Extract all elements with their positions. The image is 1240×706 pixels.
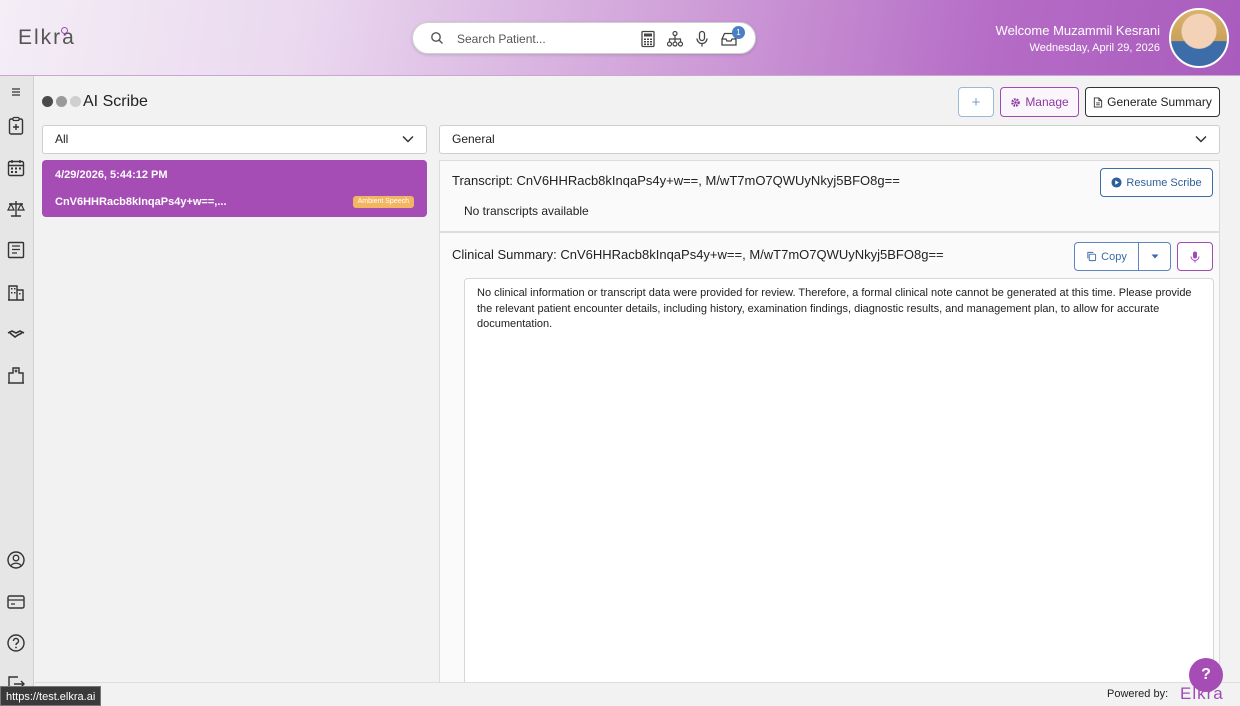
hierarchy-icon[interactable] [666, 30, 684, 48]
session-datetime: 4/29/2026, 5:44:12 PM [55, 169, 168, 181]
user-avatar[interactable] [1169, 8, 1229, 68]
add-button[interactable]: + [958, 87, 994, 117]
copy-button-group: Copy [1074, 242, 1171, 271]
calculator-icon[interactable] [639, 30, 657, 48]
transcript-empty-message: No transcripts available [464, 204, 589, 218]
menu-icon[interactable] [9, 85, 23, 99]
powered-by-label: Powered by: [1107, 688, 1169, 700]
generate-summary-label: Generate Summary [1107, 95, 1212, 109]
clinical-summary-panel: Clinical Summary: CnV6HHRacb8kInqaPs4y+w… [439, 232, 1220, 706]
session-list-item[interactable]: 4/29/2026, 5:44:12 PM CnV6HHRacb8kInqaPs… [42, 160, 427, 217]
copy-label: Copy [1101, 250, 1127, 263]
document-icon [1094, 96, 1103, 108]
session-filter-select[interactable]: All [42, 125, 427, 154]
session-type-badge: Ambient Speech [352, 196, 414, 208]
template-value: General [452, 132, 495, 146]
summary-text-area[interactable]: No clinical information or transcript da… [464, 278, 1214, 698]
current-date: Wednesday, April 29, 2026 [1029, 42, 1160, 54]
user-greeting: Welcome Muzammil Kesrani Wednesday, Apri… [996, 23, 1160, 54]
play-circle-icon [1111, 177, 1122, 188]
copy-button[interactable]: Copy [1075, 243, 1139, 270]
logo-accent [61, 27, 68, 34]
summary-title: Clinical Summary: CnV6HHRacb8kInqaPs4y+w… [452, 247, 944, 262]
link-url-tooltip: https://test.elkra.ai [0, 686, 102, 706]
copy-icon [1087, 251, 1097, 262]
dot-1 [42, 96, 53, 107]
manage-button[interactable]: Manage [1000, 87, 1079, 117]
clipboard-icon[interactable] [6, 116, 26, 136]
resume-scribe-button[interactable]: Resume Scribe [1100, 168, 1213, 197]
hospital-icon[interactable] [6, 365, 26, 385]
sidebar [0, 76, 34, 706]
dictate-button[interactable] [1177, 242, 1213, 271]
gear-icon [1011, 97, 1021, 107]
microphone-icon[interactable] [693, 30, 711, 48]
manage-label: Manage [1025, 95, 1069, 109]
search-input[interactable] [457, 29, 637, 49]
card-icon[interactable] [6, 592, 26, 612]
calendar-icon[interactable] [6, 158, 26, 178]
footer [35, 682, 1240, 706]
search-icon [431, 32, 443, 44]
document-icon[interactable] [6, 240, 26, 260]
page-title: AI Scribe [83, 93, 148, 110]
scales-icon[interactable] [6, 199, 26, 219]
help-chat-button[interactable]: ? [1189, 658, 1223, 692]
search-bar: 1 [412, 22, 756, 54]
generate-summary-button[interactable]: Generate Summary [1085, 87, 1220, 117]
inbox-count-badge: 1 [732, 26, 745, 39]
session-filter-value: All [55, 132, 69, 146]
session-id: CnV6HHRacb8kInqaPs4y+w==,... [55, 196, 227, 208]
resume-scribe-label: Resume Scribe [1126, 176, 1202, 189]
microphone-icon [1190, 251, 1200, 262]
handshake-icon[interactable] [6, 324, 26, 344]
transcript-panel: Transcript: CnV6HHRacb8kInqaPs4y+w==, M/… [439, 160, 1220, 232]
copy-options-toggle[interactable] [1139, 243, 1171, 270]
app-header: Elkra 1 Welcome Muzammil Kesrani Wednesd… [0, 0, 1240, 76]
template-select[interactable]: General [439, 125, 1220, 154]
dot-3 [70, 96, 81, 107]
help-icon[interactable] [6, 633, 26, 653]
caret-down-icon [1151, 254, 1159, 259]
dot-2 [56, 96, 67, 107]
user-circle-icon[interactable] [6, 550, 26, 570]
welcome-text: Welcome Muzammil Kesrani [995, 23, 1160, 38]
building-icon[interactable] [6, 282, 26, 302]
chevron-down-icon [1195, 135, 1207, 143]
transcript-title: Transcript: CnV6HHRacb8kInqaPs4y+w==, M/… [452, 173, 900, 188]
chevron-down-icon [402, 135, 414, 143]
